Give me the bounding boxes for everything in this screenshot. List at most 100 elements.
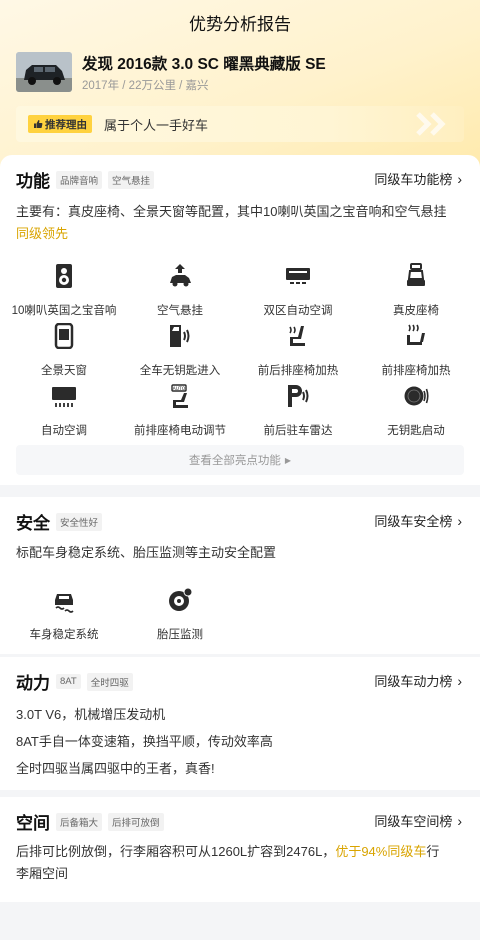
function-section: 功能 品牌音响 空气悬挂 同级车功能榜 › 主要有：真皮座椅、全景天窗等配置，其…	[0, 155, 480, 485]
page-title: 优势分析报告	[189, 15, 291, 34]
feature-item[interactable]: 10喇叭英国之宝音响	[4, 263, 124, 318]
feature-label: 前排座椅电动调节	[134, 425, 226, 437]
parking-radar-icon	[288, 385, 309, 407]
power-title: 动力	[16, 674, 50, 693]
feature-label: 全景天窗	[41, 365, 87, 377]
tire-pressure-icon	[169, 587, 193, 611]
feature-item[interactable]: AUTO 前排座椅电动调节	[120, 383, 240, 438]
feature-label: 车身稳定系统	[29, 629, 99, 641]
power-section: 动力 8AT 全时四驱 同级车动力榜 › 3.0T V6，机械增压发动机 8AT…	[0, 657, 480, 790]
feature-label: 自动空调	[41, 425, 87, 437]
front-seat-heating-icon	[407, 324, 425, 345]
space-rank-label: 同级车空间榜	[374, 814, 453, 829]
car-meta: 2017年 / 22万公里 / 嘉兴	[82, 80, 209, 92]
seat-heating-icon	[289, 326, 305, 346]
power-rank-label: 同级车动力榜	[374, 674, 453, 689]
safety-rank-link[interactable]: 同级车安全榜 ›	[374, 511, 462, 530]
feature-item[interactable]: 自动空调	[4, 383, 124, 438]
chevron-right-icon: ›	[457, 812, 462, 829]
space-desc-highlight: 优于94%同级车	[335, 844, 427, 859]
safety-header: 安全 安全性好	[16, 509, 103, 534]
power-rank-link[interactable]: 同级车动力榜 ›	[374, 671, 462, 690]
space-section: 空间 后备箱大 后排可放倒 同级车空间榜 › 后排可比例放倒，行李厢容积可从12…	[0, 797, 480, 902]
space-chip: 后排可放倒	[108, 812, 164, 831]
recommend-tag: 推荐理由	[28, 115, 92, 133]
chevron-right-icon: ›	[457, 170, 462, 187]
space-desc-text: 后排可比例放倒，行李厢容积可从1260L扩容到2476L，	[16, 844, 336, 859]
feature-label: 全车无钥匙进入	[139, 365, 221, 377]
chevron-right-icon: ›	[457, 512, 462, 529]
stability-control-icon	[55, 594, 74, 613]
air-suspension-icon	[170, 264, 191, 287]
feature-label: 无钥匙启动	[387, 425, 445, 437]
thumbs-up-icon	[34, 120, 43, 128]
chevron-right-icon: ›	[457, 672, 462, 689]
space-desc-line2: 李厢空间	[16, 866, 69, 881]
space-title: 空间	[16, 814, 50, 833]
car-thumbnail[interactable]	[16, 52, 72, 92]
triangle-right-icon: ▶	[284, 455, 292, 465]
feature-label: 真皮座椅	[393, 305, 439, 317]
keyless-start-icon	[404, 386, 429, 406]
power-line: 3.0T V6，机械增压发动机	[16, 707, 166, 722]
svg-text:AUTO: AUTO	[173, 386, 186, 392]
feature-item[interactable]: 胎压监测	[120, 587, 240, 642]
feature-label: 空气悬挂	[157, 305, 203, 317]
feature-item[interactable]: 车身稳定系统	[4, 587, 124, 642]
safety-title: 安全	[16, 514, 50, 533]
leather-seat-icon	[407, 263, 425, 286]
feature-item[interactable]: 空气悬挂	[120, 263, 240, 318]
recommend-reason-text: 属于个人一手好车	[104, 117, 209, 133]
function-rank-link[interactable]: 同级车功能榜 ›	[374, 169, 462, 188]
safety-chip: 安全性好	[56, 512, 103, 531]
feature-label: 前后驻车雷达	[263, 425, 333, 437]
space-rank-link[interactable]: 同级车空间榜 ›	[374, 811, 462, 830]
feature-item[interactable]: 全车无钥匙进入	[120, 323, 240, 378]
function-title: 功能	[16, 172, 50, 191]
safety-rank-label: 同级车安全榜	[374, 514, 453, 529]
feature-label: 胎压监测	[157, 629, 203, 641]
keyless-entry-icon	[170, 325, 190, 347]
function-desc-highlight: 同级领先	[16, 226, 69, 241]
auto-ac-icon	[52, 387, 76, 407]
feature-item[interactable]: 真皮座椅	[356, 263, 476, 318]
function-description: 主要有：真皮座椅、全景天窗等配置，其中10喇叭英国之宝音响和空气悬挂 同级领先	[16, 201, 466, 245]
space-chip: 后备箱大	[56, 812, 103, 831]
feature-label: 前排座椅加热	[381, 365, 451, 377]
feature-label: 10喇叭英国之宝音响	[11, 305, 117, 317]
recommend-reason-bar: 推荐理由 属于个人一手好车	[16, 106, 464, 142]
power-line: 全时四驱当属四驱中的王者，真香!	[16, 761, 215, 776]
feature-item[interactable]: 无钥匙启动	[356, 383, 476, 438]
view-all-features-button[interactable]: 查看全部亮点功能 ▶	[16, 445, 464, 475]
dual-zone-ac-icon	[286, 268, 310, 284]
power-header: 动力 8AT 全时四驱	[16, 669, 133, 694]
space-header: 空间 后备箱大 后排可放倒	[16, 809, 164, 834]
feature-item[interactable]: 前后驻车雷达	[238, 383, 358, 438]
function-chip: 品牌音响	[56, 170, 103, 189]
feature-item[interactable]: 双区自动空调	[238, 263, 358, 318]
car-title: 发现 2016款 3.0 SC 曜黑典藏版 SE	[82, 56, 326, 73]
panoramic-sunroof-icon	[54, 322, 74, 350]
function-header: 功能 品牌音响 空气悬挂	[16, 167, 155, 192]
power-chip: 8AT	[56, 674, 81, 689]
feature-item[interactable]: 前后排座椅加热	[238, 323, 358, 378]
chevron-decoration-icon	[416, 112, 446, 136]
feature-item[interactable]: 前排座椅加热	[356, 323, 476, 378]
safety-description: 标配车身稳定系统、胎压监测等主动安全配置	[16, 545, 277, 560]
function-chip: 空气悬挂	[108, 170, 155, 189]
car-photo-icon	[16, 52, 72, 92]
feature-label: 双区自动空调	[263, 305, 333, 317]
feature-label: 前后排座椅加热	[257, 365, 339, 377]
view-all-label: 查看全部亮点功能	[188, 455, 281, 467]
feature-item[interactable]: 全景天窗	[4, 322, 124, 378]
function-rank-label: 同级车功能榜	[374, 172, 453, 187]
space-description: 后排可比例放倒，行李厢容积可从1260L扩容到2476L，优于94%同级车行 李…	[16, 841, 472, 885]
recommend-tag-label: 推荐理由	[45, 118, 87, 131]
function-desc-text: 主要有：真皮座椅、全景天窗等配置，其中10喇叭英国之宝音响和空气悬挂	[16, 204, 447, 219]
speaker-icon	[56, 264, 72, 288]
space-desc-tail: 行	[426, 844, 440, 859]
power-chip: 全时四驱	[86, 672, 133, 691]
power-line: 8AT手自一体变速箱，换挡平顺，传动效率高	[16, 734, 273, 749]
power-seat-icon: AUTO	[171, 384, 188, 408]
safety-section: 安全 安全性好 同级车安全榜 › 标配车身稳定系统、胎压监测等主动安全配置 车身…	[0, 497, 480, 654]
